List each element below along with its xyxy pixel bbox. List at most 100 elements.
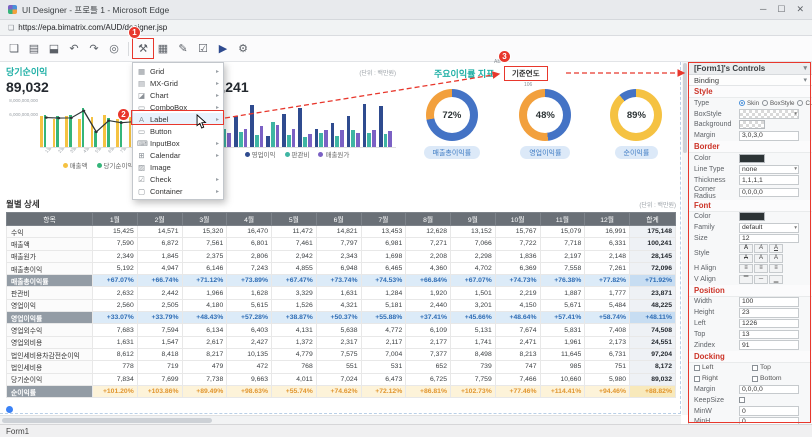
- assistant-dot[interactable]: [6, 406, 13, 413]
- line-type-dropdown[interactable]: none▾: [739, 165, 799, 175]
- cell-value: 7,683: [93, 324, 138, 336]
- validate-icon[interactable]: ☑: [193, 39, 213, 58]
- valign-button[interactable]: ▔: [739, 275, 753, 284]
- width-input[interactable]: [739, 297, 799, 307]
- settings-icon[interactable]: ⚙: [233, 39, 253, 58]
- font-size-input[interactable]: [739, 234, 799, 244]
- redo-icon[interactable]: ↷: [84, 39, 104, 58]
- menu-item-container[interactable]: ▢Container▸: [133, 185, 223, 197]
- edit-icon[interactable]: ✎: [173, 39, 193, 58]
- insert-control-icon[interactable]: ⚒: [133, 39, 153, 58]
- margin-input[interactable]: [739, 131, 799, 141]
- height-input[interactable]: [739, 308, 799, 318]
- legend-dot: [318, 152, 323, 157]
- menu-item-check[interactable]: ☑Check▸: [133, 173, 223, 185]
- section-border-header[interactable]: Border: [689, 141, 812, 153]
- dock-right-checkbox[interactable]: Right: [694, 375, 749, 382]
- bar-당기순이익: [82, 108, 85, 147]
- preview-icon[interactable]: ◎: [104, 39, 124, 58]
- font-style-button[interactable]: A: [739, 254, 753, 263]
- menu-item-image[interactable]: ▨Image: [133, 161, 223, 173]
- binding-row[interactable]: Binding ▾: [689, 75, 812, 86]
- cell-value: 2,942: [272, 250, 317, 262]
- minimize-button[interactable]: ─: [760, 4, 766, 15]
- top-input[interactable]: [739, 330, 799, 340]
- grid-layout-icon[interactable]: ▦: [153, 39, 173, 58]
- section-font-header[interactable]: Font: [689, 200, 812, 212]
- font-style-button[interactable]: A: [769, 254, 783, 263]
- menu-item-label[interactable]: ALabel▸: [133, 113, 223, 125]
- valign-button[interactable]: ▁: [769, 275, 783, 284]
- open-folder-icon[interactable]: ▤: [24, 39, 44, 58]
- save-icon[interactable]: ⬓: [44, 39, 64, 58]
- halign-button[interactable]: ≡: [739, 264, 753, 273]
- cell-value: 2,617: [182, 336, 227, 348]
- font-color-swatch[interactable]: [739, 212, 765, 221]
- maximize-button[interactable]: ☐: [777, 4, 785, 15]
- dock-top-checkbox[interactable]: Top: [752, 364, 807, 371]
- minh-input[interactable]: [739, 417, 799, 424]
- zindex-input[interactable]: [739, 340, 799, 350]
- dock-bottom-checkbox[interactable]: Bottom: [752, 375, 807, 382]
- menu-item-calendar[interactable]: ⊞Calendar▸: [133, 149, 223, 161]
- menu-item-inputbox[interactable]: ⌨InputBox▸: [133, 137, 223, 149]
- horizontal-scrollbar-thumb[interactable]: [2, 418, 212, 423]
- radio-skin[interactable]: [739, 100, 745, 106]
- table-row: 매출총이익5,1924,9476,1467,2434,8556,9486,465…: [7, 262, 676, 274]
- menu-item-grid[interactable]: ▦Grid▸: [133, 65, 223, 77]
- cell-value: 6,146: [182, 262, 227, 274]
- font-style-button[interactable]: A: [769, 244, 783, 253]
- undo-icon[interactable]: ↶: [64, 39, 84, 58]
- boxstyle-dropdown[interactable]: ▾: [739, 109, 799, 119]
- docking-margin-input[interactable]: [739, 385, 799, 395]
- font-style-button[interactable]: A: [754, 254, 768, 263]
- corner-radius-label: Corner Radius: [694, 186, 736, 200]
- bar-group: [266, 98, 279, 147]
- border-color-swatch[interactable]: [739, 154, 765, 163]
- run-icon[interactable]: ▶: [213, 39, 233, 58]
- menu-item-combobox[interactable]: ▭ComboBox▸: [133, 101, 223, 113]
- position-row-zindex: Zindex: [689, 340, 812, 351]
- base-year-label[interactable]: 기준연도: [504, 66, 548, 81]
- design-canvas[interactable]: 당기순이익 89,032 8,000,000,0006,000,000,000 …: [0, 62, 688, 424]
- row-label: 판관비: [7, 287, 93, 299]
- section-position-header[interactable]: Position: [689, 285, 812, 297]
- thickness-input[interactable]: [739, 175, 799, 185]
- cell-value: 778: [93, 361, 138, 373]
- bar-당기순이익: [56, 116, 59, 147]
- background-swatch[interactable]: [739, 120, 765, 129]
- minw-input[interactable]: [739, 406, 799, 416]
- font-style-button[interactable]: A: [754, 244, 768, 253]
- radio-boxstyle[interactable]: [762, 100, 768, 106]
- halign-label: H Align: [694, 265, 736, 272]
- left-input[interactable]: [739, 319, 799, 329]
- section-docking-header[interactable]: Docking: [689, 351, 812, 363]
- halign-button[interactable]: ≡: [754, 264, 768, 273]
- menu-item-button[interactable]: ▭Button: [133, 125, 223, 137]
- corner-radius-input[interactable]: [739, 188, 799, 198]
- halign-button[interactable]: ≡: [769, 264, 783, 273]
- keepsize-checkbox[interactable]: [739, 397, 745, 403]
- row-label: 수익: [7, 226, 93, 238]
- menu-item-mx-grid[interactable]: ▤MX-Grid▸: [133, 77, 223, 89]
- horizontal-scrollbar[interactable]: [0, 415, 681, 424]
- ratio-panel[interactable]: 주요이익률 지표 기준연도 72%매출총이익률48%영업이익률89%순이익률: [404, 65, 682, 193]
- cell-value: 531: [361, 361, 406, 373]
- monthly-detail-table[interactable]: 항목1월2월3월4월5월6월7월8월9월10월11월12월합계 수익15,425…: [6, 212, 676, 398]
- close-button[interactable]: ✕: [796, 4, 804, 15]
- vertical-scrollbar-thumb[interactable]: [683, 63, 687, 153]
- cell-value: 6,981: [361, 238, 406, 250]
- radio-custom[interactable]: [797, 100, 803, 106]
- dock-left-checkbox[interactable]: Left: [694, 364, 749, 371]
- section-style-header[interactable]: Style: [689, 86, 812, 98]
- cell-value: 13,152: [451, 226, 496, 238]
- url-bar[interactable]: ❏ https://epa.bimatrix.com/AUD/designer.…: [0, 20, 812, 36]
- new-document-icon[interactable]: ❏: [4, 39, 24, 58]
- menu-item-chart[interactable]: ◪Chart▸: [133, 89, 223, 101]
- controls-panel-header[interactable]: [Form1]'s Controls ▾: [689, 62, 812, 75]
- row-total: +71.92%: [630, 275, 676, 287]
- font-family-dropdown[interactable]: default▾: [739, 223, 799, 233]
- revenue-panel[interactable]: 매출액 (단위 : 백만원) 100,241 영업이익판관비매출원가: [198, 65, 396, 193]
- valign-button[interactable]: ─: [754, 275, 768, 284]
- font-style-button[interactable]: A: [739, 244, 753, 253]
